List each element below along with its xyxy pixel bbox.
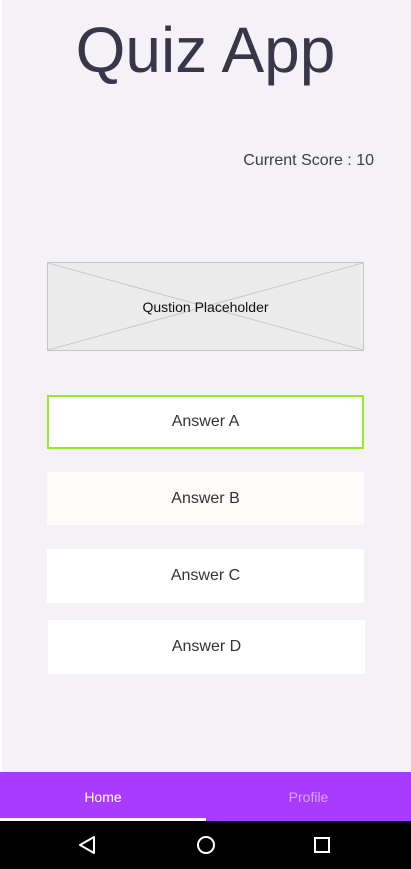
back-icon[interactable]	[57, 821, 117, 869]
answer-b-button[interactable]: Answer B	[47, 472, 364, 525]
bottom-navigation: Home Profile	[0, 772, 411, 821]
current-score: Current Score : 10	[243, 152, 374, 169]
question-placeholder-image: Qustion Placeholder	[47, 262, 364, 351]
question-text: Qustion Placeholder	[142, 298, 269, 315]
nav-tab-home[interactable]: Home	[0, 772, 206, 821]
system-navigation-bar	[0, 821, 411, 869]
answer-c-button[interactable]: Answer C	[47, 549, 364, 603]
app-title: Quiz App	[75, 14, 336, 86]
answer-a-button[interactable]: Answer A	[47, 395, 364, 449]
nav-tab-profile[interactable]: Profile	[206, 772, 411, 821]
left-edge-divider	[0, 0, 2, 772]
recents-icon[interactable]	[292, 821, 352, 869]
answer-d-button[interactable]: Answer D	[48, 620, 365, 674]
home-icon[interactable]	[176, 821, 236, 869]
